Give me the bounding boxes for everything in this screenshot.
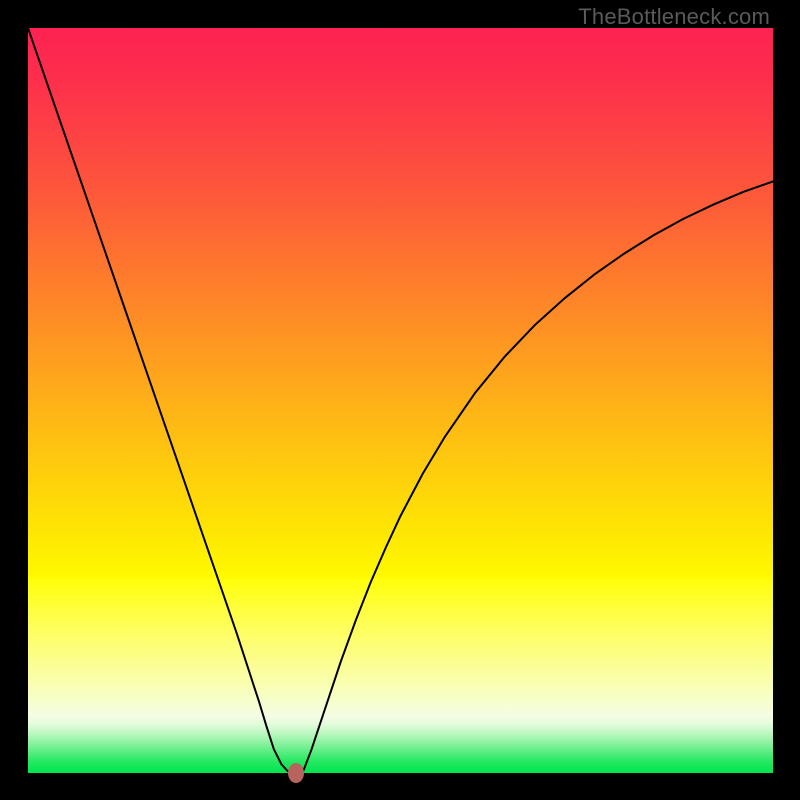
optimal-point-marker [288, 763, 304, 783]
plot-area [28, 28, 773, 773]
curve-layer [28, 28, 773, 773]
bottleneck-curve [28, 28, 773, 773]
watermark-text: TheBottleneck.com [578, 4, 770, 30]
chart-frame: TheBottleneck.com [0, 0, 800, 800]
